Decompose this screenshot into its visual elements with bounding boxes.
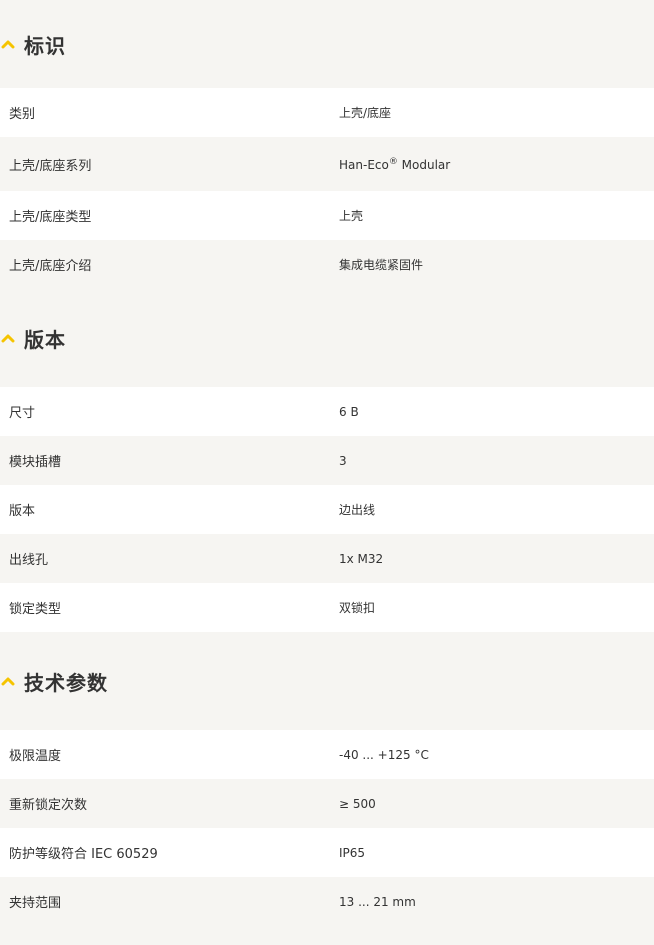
row-value: 边出线 [339,503,376,517]
table-row: 上壳/底座介绍 集成电缆紧固件 [0,240,654,289]
chevron-up-icon[interactable] [0,673,16,689]
row-value: 上壳/底座 [339,106,392,120]
row-label: 类别 [9,107,36,122]
row-value: IP65 [339,845,366,860]
row-value: 上壳 [339,209,364,223]
row-label: 夹持范围 [9,896,62,911]
table-row: 防护等级符合 IEC 60529 IP65 [0,828,654,877]
chevron-up-icon[interactable] [0,36,16,52]
table-row: 版本 边出线 [0,485,654,534]
section-title: 标识 [24,33,66,58]
section-title: 版本 [24,327,66,352]
table-row: 上壳/底座系列 Han-Eco® Modular [0,137,654,191]
table-row: 夹持范围 13 ... 21 mm [0,877,654,926]
chevron-up-icon[interactable] [0,330,16,346]
table-row: 类别 上壳/底座 [0,88,654,137]
table-row: 尺寸 6 B [0,387,654,436]
row-value: -40 ... +125 °C [339,747,429,762]
row-label: 极限温度 [9,749,62,764]
row-value: 3 [339,453,347,468]
row-value: 集成电缆紧固件 [339,258,424,272]
row-value: ≥ 500 [339,796,376,811]
section-title: 技术参数 [24,670,108,695]
row-value: 1x M32 [339,551,384,566]
table-row: 重新锁定次数 ≥ 500 [0,779,654,828]
row-label: 上壳/底座类型 [9,210,92,225]
row-label: 出线孔 [9,553,49,568]
row-value: 6 B [339,404,359,419]
table-row: 锁定类型 双锁扣 [0,583,654,632]
row-label: 上壳/底座介绍 [9,259,92,274]
table-row: 上壳/底座类型 上壳 [0,191,654,240]
row-label: 上壳/底座系列 [9,158,92,174]
row-label: 模块插槽 [9,455,62,470]
row-label: 重新锁定次数 [9,798,88,813]
table-row: 极限温度 -40 ... +125 °C [0,730,654,779]
row-value: 双锁扣 [339,601,376,615]
section-header-identification[interactable]: 标识 [0,0,654,88]
section-header-technical[interactable]: 技术参数 [0,632,654,730]
row-value: Han-Eco® Modular [339,156,451,172]
row-label: 防护等级符合 IEC 60529 [9,847,158,862]
row-value: 13 ... 21 mm [339,894,416,909]
row-label: 版本 [9,504,36,519]
table-row: 出线孔 1x M32 [0,534,654,583]
section-header-version[interactable]: 版本 [0,289,654,387]
row-label: 尺寸 [9,406,36,421]
row-label: 锁定类型 [9,602,62,617]
table-row: 模块插槽 3 [0,436,654,485]
